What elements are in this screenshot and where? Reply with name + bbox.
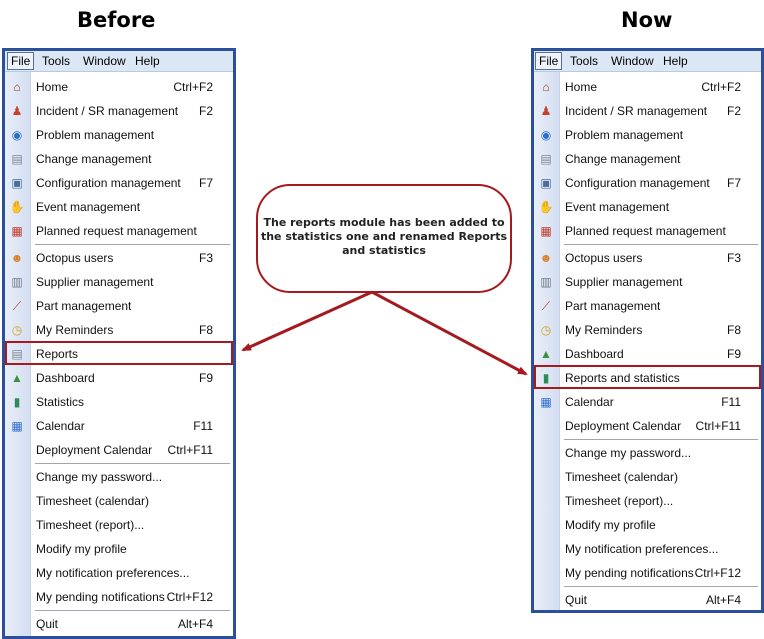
- arrow-to-reports-and-statistics: [371, 290, 528, 376]
- arrow-to-reports: [241, 290, 373, 352]
- callout-arrows: [241, 290, 528, 376]
